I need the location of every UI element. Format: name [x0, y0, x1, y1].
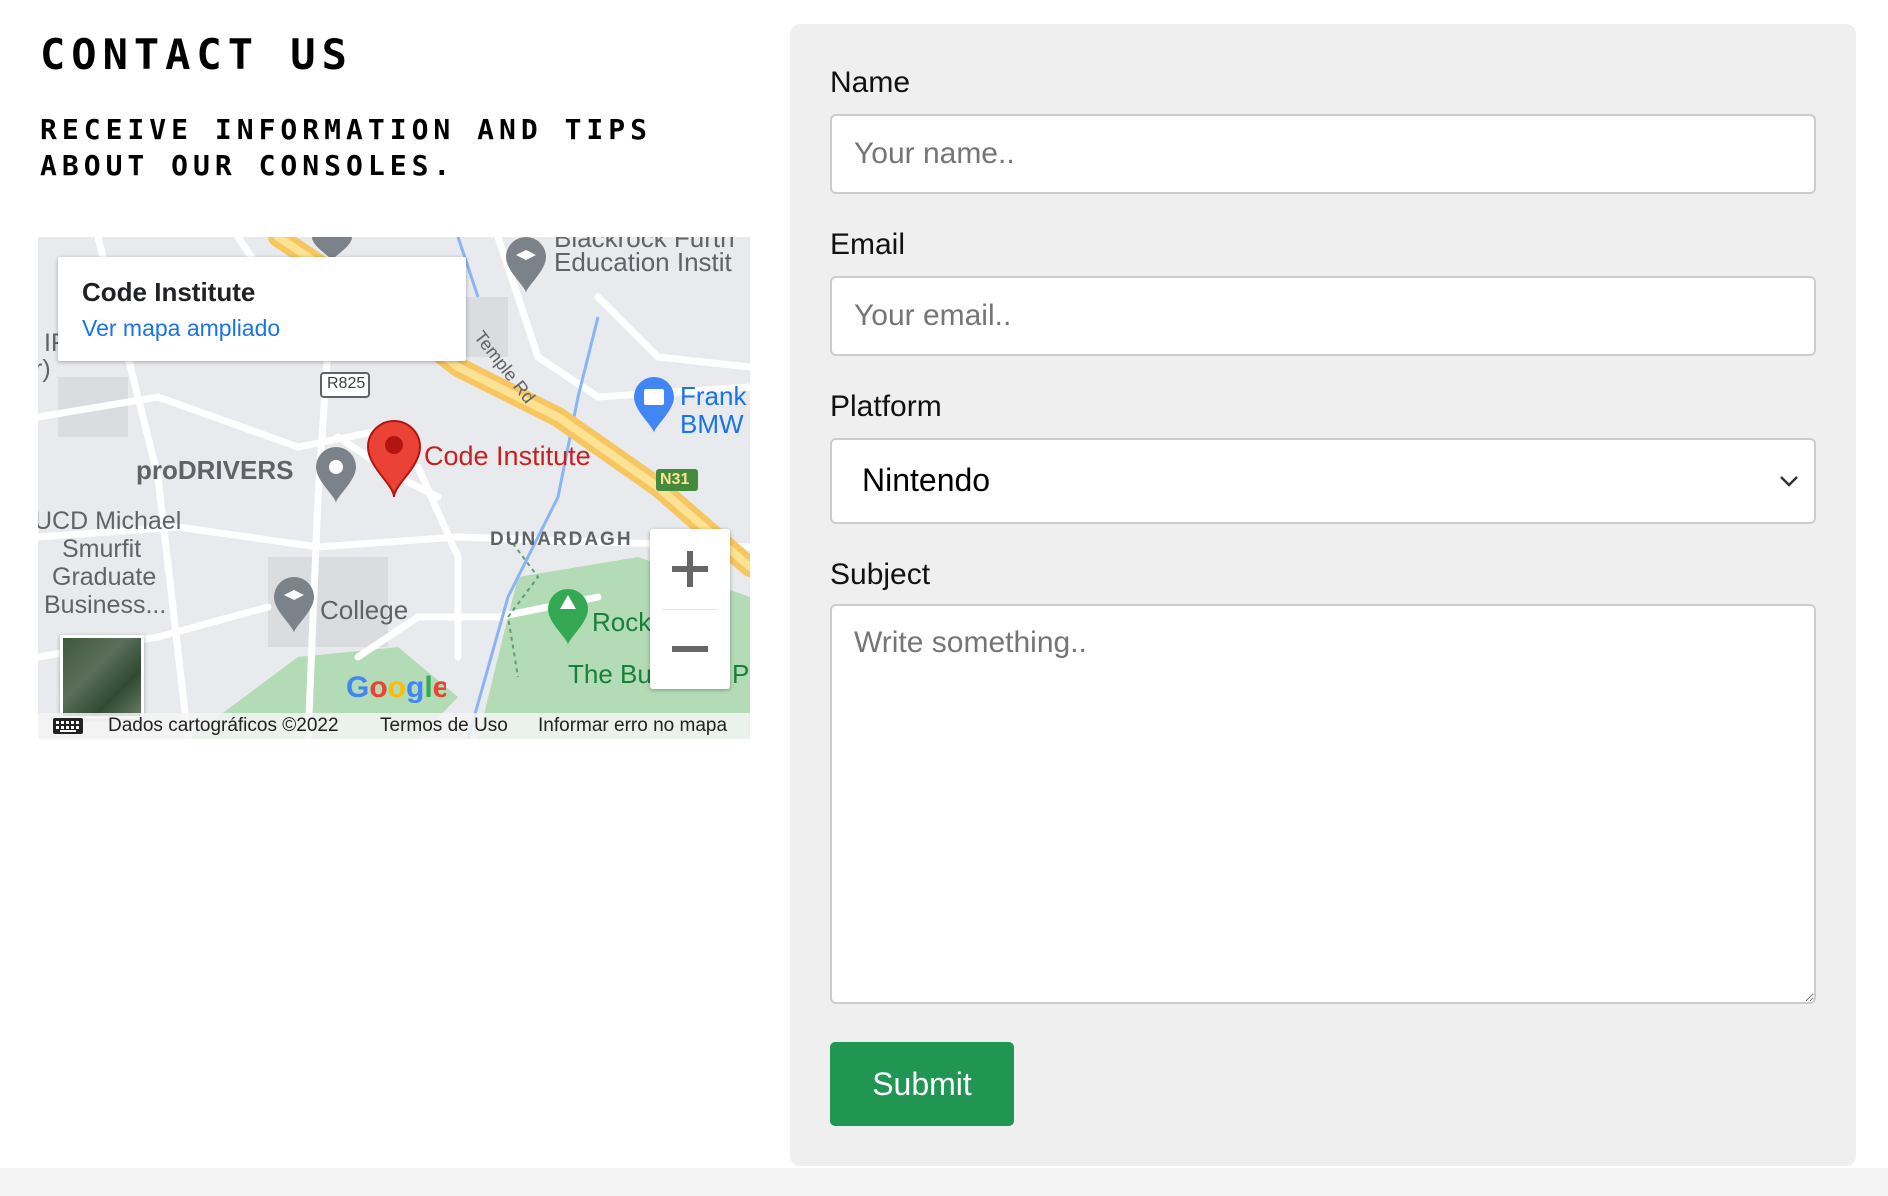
- contact-intro: CONTACT US RECEIVE INFORMATION AND TIPS …: [40, 30, 752, 184]
- map-label-rock: Rock: [592, 607, 652, 637]
- zoom-in-button[interactable]: [650, 529, 730, 609]
- email-input[interactable]: [830, 276, 1816, 356]
- place-name: Code Institute: [82, 277, 256, 307]
- map-label-dunardagh: DUNARDAGH: [490, 529, 633, 550]
- email-label: Email: [830, 228, 906, 261]
- plus-icon: [672, 551, 708, 587]
- map-label-n31: N31: [660, 471, 690, 488]
- subject-label: Subject: [830, 558, 931, 591]
- map-label-prodrivers: proDRIVERS: [136, 455, 294, 485]
- map-label-left-edge-2: r): [38, 355, 51, 383]
- page-title: CONTACT US: [40, 30, 353, 79]
- zoom-controls: [650, 529, 730, 689]
- platform-select[interactable]: Nintendo: [830, 438, 1816, 524]
- map-label-ucd-4: Business...: [44, 591, 167, 619]
- platform-selected-value: Nintendo: [862, 462, 991, 498]
- map-label-r825: R825: [327, 375, 366, 392]
- subject-textarea[interactable]: [830, 604, 1816, 1004]
- name-label: Name: [830, 66, 911, 99]
- submit-button[interactable]: Submit: [830, 1042, 1014, 1126]
- map-label-ucd-1: UCD Michael: [38, 507, 182, 535]
- map-label-the-bu: The Bu: [568, 659, 652, 689]
- map-label-education: Education Instit: [554, 247, 732, 277]
- map-embed[interactable]: Blackrock Furth Education Instit Temple …: [38, 237, 750, 739]
- place-info-card: Code Institute Ver mapa ampliado: [58, 257, 466, 361]
- map-label-bmw: BMW: [680, 409, 744, 439]
- satellite-toggle[interactable]: [60, 635, 144, 719]
- map-label-ucd-2: Smurfit: [62, 535, 142, 563]
- map-label-pa: Pa: [732, 659, 750, 689]
- name-input[interactable]: [830, 114, 1816, 194]
- enlarge-map-link[interactable]: Ver mapa ampliado: [82, 315, 280, 342]
- contact-form: Name Email Platform Nintendo Subject Sub…: [790, 24, 1856, 1166]
- map-label-code-institute: Code Institute: [424, 441, 591, 471]
- page-footer-strip: [0, 1168, 1888, 1196]
- minus-icon: [672, 646, 708, 652]
- map-terms-link[interactable]: Termos de Uso: [380, 713, 508, 739]
- page-subtitle: RECEIVE INFORMATION AND TIPS ABOUT OUR C…: [40, 113, 653, 182]
- google-logo: Google: [346, 671, 446, 704]
- map-report-link[interactable]: Informar erro no mapa: [538, 713, 727, 739]
- map-label-frank: Frank: [680, 381, 747, 411]
- zoom-out-button[interactable]: [650, 609, 730, 689]
- map-label-ucd-3: Graduate: [52, 563, 157, 591]
- keyboard-icon[interactable]: [52, 717, 84, 735]
- map-label-college: College: [320, 595, 409, 625]
- map-data-credit[interactable]: Dados cartográficos ©2022: [108, 713, 339, 739]
- chevron-down-icon: [1780, 476, 1798, 487]
- map-attribution-bar: Dados cartográficos ©2022 Termos de Uso …: [38, 713, 750, 739]
- svg-text:Google: Google: [346, 671, 446, 704]
- platform-label: Platform: [830, 390, 942, 423]
